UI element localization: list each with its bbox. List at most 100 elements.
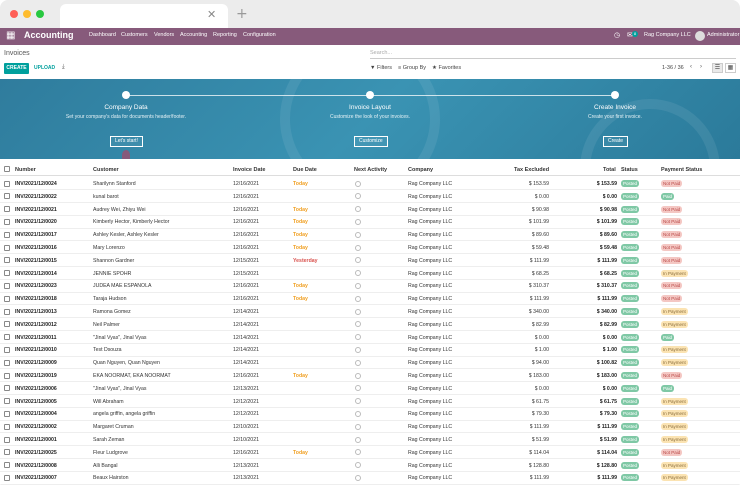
next-activity-icon[interactable] xyxy=(355,244,361,251)
table-row[interactable]: INV/2021/12/0025 Fleur Ludgrove 12/16/2021… xyxy=(0,446,740,460)
next-activity-icon[interactable] xyxy=(355,346,361,353)
table-row[interactable]: INV/2021/12/0021 Audrey Wei, Zhiyu Wei 12/… xyxy=(0,203,740,216)
row-checkbox[interactable] xyxy=(4,308,10,315)
next-activity-icon[interactable] xyxy=(355,193,361,200)
avatar[interactable] xyxy=(695,31,705,41)
row-checkbox[interactable] xyxy=(4,372,10,379)
kanban-view-icon[interactable]: ▦ xyxy=(725,63,736,73)
next-activity-icon[interactable] xyxy=(355,308,361,315)
next-activity-icon[interactable] xyxy=(355,474,361,481)
table-row[interactable]: INV/2021/12/0018 Taraja Hudson 12/16/2021 T… xyxy=(0,293,740,306)
close-tab-icon[interactable]: ✕ xyxy=(207,8,216,21)
close-window-button[interactable] xyxy=(10,10,18,18)
row-checkbox[interactable] xyxy=(4,180,10,187)
table-row[interactable]: INV/2021/12/0016 Mary Lorenzo 12/16/2021 To… xyxy=(0,242,740,255)
table-row[interactable]: INV/2021/12/0002 Margaret Cruman 12/10/202… xyxy=(0,421,740,434)
lets-start-button[interactable]: Let's start! xyxy=(110,136,143,147)
menu-configuration[interactable]: Configuration xyxy=(243,32,276,38)
row-checkbox[interactable] xyxy=(4,282,10,289)
maximize-window-button[interactable] xyxy=(36,10,44,18)
table-row[interactable]: INV/2021/12/0006 "Jinal Vyas", Jinal Vyas… xyxy=(0,382,740,396)
company-switcher[interactable]: Rag Company LLC xyxy=(644,32,691,38)
row-checkbox[interactable] xyxy=(4,244,10,251)
table-row[interactable]: INV/2021/12/0010 Test Dsouza 12/14/2021 Rag… xyxy=(0,344,740,357)
next-activity-icon[interactable] xyxy=(355,180,361,187)
row-checkbox[interactable] xyxy=(4,423,10,430)
minimize-window-button[interactable] xyxy=(23,10,31,18)
col-invoice-date[interactable]: Invoice Date xyxy=(233,167,265,173)
groupby-button[interactable]: ≡ Group By xyxy=(398,65,426,71)
menu-reporting[interactable]: Reporting xyxy=(213,32,237,38)
next-activity-icon[interactable] xyxy=(355,436,361,443)
menu-customers[interactable]: Customers xyxy=(121,32,148,38)
next-activity-icon[interactable] xyxy=(355,359,361,366)
row-checkbox[interactable] xyxy=(4,193,10,200)
next-activity-icon[interactable] xyxy=(355,398,361,405)
table-row[interactable]: INV/2021/12/0017 Ashley Kesler, Ashley Ke… xyxy=(0,229,740,242)
col-payment-status[interactable]: Payment Status xyxy=(661,167,702,173)
row-checkbox[interactable] xyxy=(4,206,10,213)
table-row[interactable]: INV/2021/12/0013 Ramona Gomez 12/14/2021 Ra… xyxy=(0,306,740,319)
row-checkbox[interactable] xyxy=(4,295,10,302)
clock-icon[interactable]: ◷ xyxy=(614,31,620,39)
next-activity-icon[interactable] xyxy=(355,385,361,392)
next-activity-icon[interactable] xyxy=(355,449,361,456)
row-checkbox[interactable] xyxy=(4,436,10,443)
col-due-date[interactable]: Due Date xyxy=(293,167,317,173)
create-button[interactable]: CREATE xyxy=(4,63,29,74)
pager-value[interactable]: 1-36 / 36 xyxy=(662,65,684,71)
new-tab-icon[interactable]: + xyxy=(236,6,248,22)
user-menu[interactable]: Administrator xyxy=(707,32,739,38)
next-activity-icon[interactable] xyxy=(355,257,361,264)
next-activity-icon[interactable] xyxy=(355,423,361,430)
chevron-right-icon[interactable]: › xyxy=(700,64,702,70)
table-row[interactable]: INV/2021/12/0001 Sarah Zeman 12/10/2021 Rag… xyxy=(0,434,740,447)
table-row[interactable]: INV/2021/12/0004 angela griffin, angela g… xyxy=(0,408,740,421)
col-next-activity[interactable]: Next Activity xyxy=(354,167,387,173)
next-activity-icon[interactable] xyxy=(355,321,361,328)
table-row[interactable]: INV/2021/12/0023 JUDEA MAE ESPAÑOLA 12/16/… xyxy=(0,280,740,293)
menu-accounting[interactable]: Accounting xyxy=(180,32,207,38)
table-row[interactable]: INV/2021/12/0007 Beaux Hairston 12/13/2021… xyxy=(0,472,740,485)
col-status[interactable]: Status xyxy=(621,167,638,173)
row-checkbox[interactable] xyxy=(4,474,10,481)
favorites-button[interactable]: ★ Favorites xyxy=(432,65,461,71)
upload-button[interactable]: UPLOAD xyxy=(34,63,55,74)
filters-button[interactable]: ▼ Filters xyxy=(370,65,392,71)
next-activity-icon[interactable] xyxy=(355,270,361,277)
next-activity-icon[interactable] xyxy=(355,372,361,379)
app-title[interactable]: Accounting xyxy=(24,30,74,40)
col-tax-excluded[interactable]: Tax Excluded xyxy=(514,167,549,173)
table-row[interactable]: INV/2021/12/0009 Quan Nguyen, Quan Nguyen… xyxy=(0,357,740,370)
col-number[interactable]: Number xyxy=(15,167,36,173)
table-row[interactable]: INV/2021/12/0011 "Jinal Vyas", Jinal Vyas… xyxy=(0,331,740,344)
apps-grid-icon[interactable]: ▦ xyxy=(6,30,15,41)
row-checkbox[interactable] xyxy=(4,334,10,341)
row-checkbox[interactable] xyxy=(4,398,10,405)
col-company[interactable]: Company xyxy=(408,167,433,173)
list-view-icon[interactable]: ☰ xyxy=(712,63,723,73)
row-checkbox[interactable] xyxy=(4,270,10,277)
table-row[interactable]: INV/2021/12/0015 Shannon Gardner 12/15/202… xyxy=(0,254,740,268)
next-activity-icon[interactable] xyxy=(355,218,361,225)
create-invoice-button[interactable]: Create xyxy=(603,136,629,147)
row-checkbox[interactable] xyxy=(4,449,10,456)
download-icon[interactable]: ⤓ xyxy=(62,64,65,71)
table-row[interactable]: INV/2021/12/0022 kunal barot 12/16/2021 Rag… xyxy=(0,190,740,204)
row-checkbox[interactable] xyxy=(4,346,10,353)
row-checkbox[interactable] xyxy=(4,462,10,469)
browser-tab[interactable] xyxy=(60,4,228,28)
table-row[interactable]: INV/2021/12/0012 Neil Palmer 12/14/2021 Rag… xyxy=(0,318,740,332)
customize-button[interactable]: Customize xyxy=(354,136,388,147)
next-activity-icon[interactable] xyxy=(355,295,361,302)
search-input[interactable]: Search... xyxy=(370,48,736,59)
row-checkbox[interactable] xyxy=(4,321,10,328)
row-checkbox[interactable] xyxy=(4,257,10,264)
table-row[interactable]: INV/2021/12/0005 Will Abraham 12/12/2021 Ra… xyxy=(0,395,740,408)
select-all-checkbox[interactable] xyxy=(4,166,10,172)
menu-vendors[interactable]: Vendors xyxy=(154,32,174,38)
menu-dashboard[interactable]: Dashboard xyxy=(89,32,116,38)
col-customer[interactable]: Customer xyxy=(93,167,119,173)
table-row[interactable]: INV/2021/12/0020 Kimberly Hector, Kimberl… xyxy=(0,216,740,229)
col-total[interactable]: Total xyxy=(603,167,616,173)
